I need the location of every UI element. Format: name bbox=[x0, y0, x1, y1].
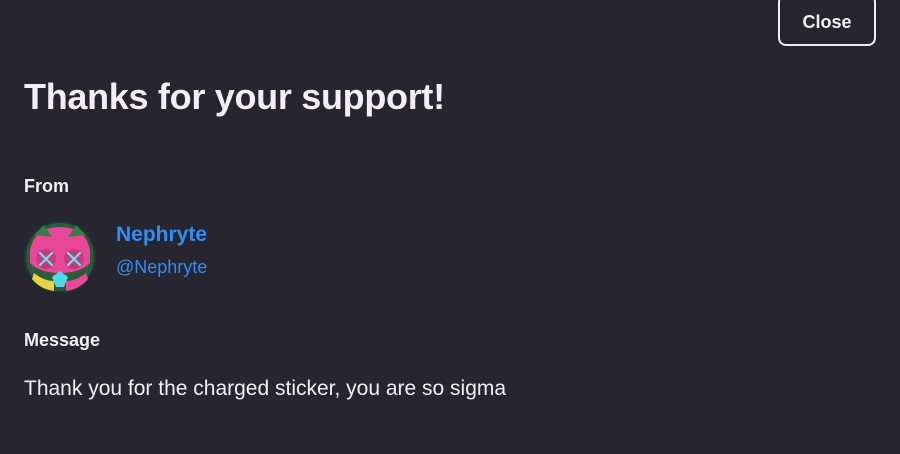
message-text: Thank you for the charged sticker, you a… bbox=[24, 377, 507, 400]
sender-handle[interactable]: @Nephryte bbox=[116, 257, 207, 278]
dialog-title: Thanks for your support! bbox=[24, 76, 445, 117]
close-button[interactable]: Close bbox=[778, 0, 876, 46]
from-label: From bbox=[24, 176, 69, 196]
avatar[interactable] bbox=[24, 221, 96, 293]
message-label: Message bbox=[24, 330, 101, 350]
avatar-icon bbox=[24, 221, 96, 293]
sender-display-name[interactable]: Nephryte bbox=[116, 223, 207, 247]
